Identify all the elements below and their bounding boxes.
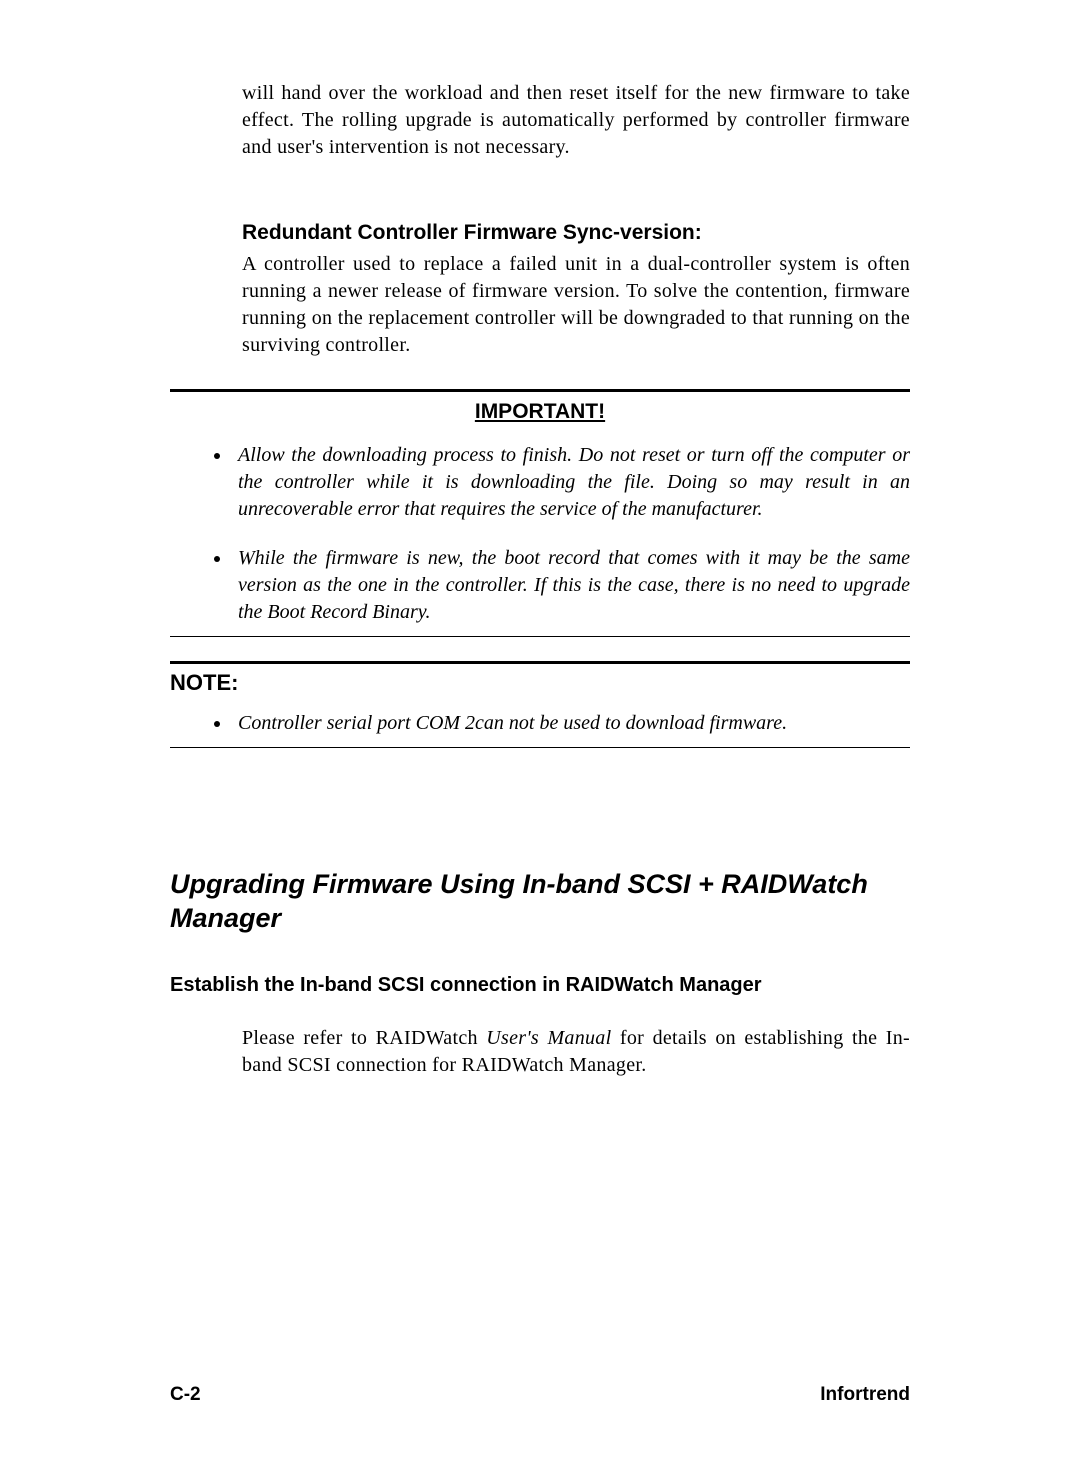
rule-top (170, 661, 910, 664)
intro-paragraph: will hand over the workload and then res… (242, 80, 910, 161)
main-section-title: Upgrading Firmware Using In-band SCSI + … (170, 868, 910, 936)
footer-left: C-2 (170, 1384, 201, 1406)
page: will hand over the workload and then res… (0, 0, 1080, 1476)
important-item: Allow the downloading process to finish.… (232, 442, 910, 523)
note-title: NOTE: (170, 670, 910, 696)
note-item: Controller serial port COM 2can not be u… (232, 710, 910, 737)
note-box: NOTE: Controller serial port COM 2can no… (170, 661, 910, 748)
important-item: While the firmware is new, the boot reco… (232, 545, 910, 626)
redundant-body: A controller used to replace a failed un… (242, 251, 910, 359)
rule-bottom (170, 747, 910, 748)
footer: C-2 Infortrend (170, 1384, 910, 1406)
rule-top (170, 389, 910, 392)
important-title: IMPORTANT! (170, 400, 910, 424)
body-pre: Please refer to RAIDWatch (242, 1027, 486, 1049)
important-box: IMPORTANT! Allow the downloading process… (170, 389, 910, 637)
important-list: Allow the downloading process to finish.… (170, 442, 910, 626)
sub-section-title: Establish the In-band SCSI connection in… (170, 974, 910, 997)
body-italic: User's Manual (486, 1027, 611, 1049)
note-list: Controller serial port COM 2can not be u… (170, 710, 910, 737)
rule-bottom (170, 636, 910, 637)
main-section-body: Please refer to RAIDWatch User's Manual … (242, 1025, 910, 1079)
redundant-heading: Redundant Controller Firmware Sync-versi… (242, 221, 910, 245)
footer-right: Infortrend (820, 1384, 910, 1406)
